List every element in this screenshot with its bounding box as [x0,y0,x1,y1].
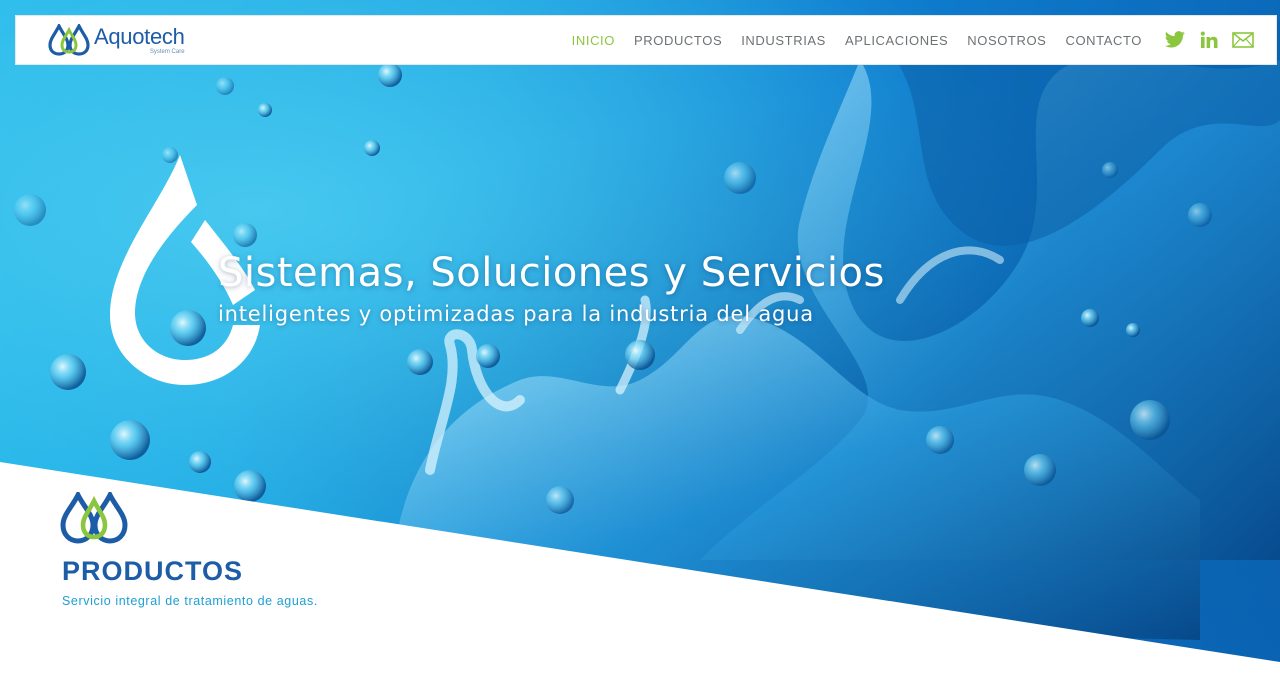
social-links [1164,31,1254,49]
brand-tagline: System Care [149,48,185,55]
linkedin-icon[interactable] [1200,31,1218,49]
products-description: Servicio integral de tratamiento de agua… [62,594,318,608]
navbar: Aquotech System Care INICIO PRODUCTOS IN… [15,15,1277,65]
nav-item-industrias[interactable]: INDUSTRIAS [741,33,826,48]
nav-item-contacto[interactable]: CONTACTO [1065,33,1142,48]
twitter-icon[interactable] [1164,31,1186,49]
nav-item-productos[interactable]: PRODUCTOS [634,33,722,48]
products-title: PRODUCTOS [62,556,244,586]
mail-icon[interactable] [1232,32,1254,48]
nav-item-aplicaciones[interactable]: APLICACIONES [845,33,948,48]
brand-name: Aquotech [94,23,185,49]
nav-item-inicio[interactable]: INICIO [572,33,615,48]
aquotech-logo-icon [48,24,90,56]
products-logo-icon [60,492,128,544]
brand-logo[interactable]: Aquotech System Care [48,24,185,56]
nav-item-nosotros[interactable]: NOSOTROS [967,33,1046,48]
main-nav: INICIO PRODUCTOS INDUSTRIAS APLICACIONES… [572,33,1142,48]
